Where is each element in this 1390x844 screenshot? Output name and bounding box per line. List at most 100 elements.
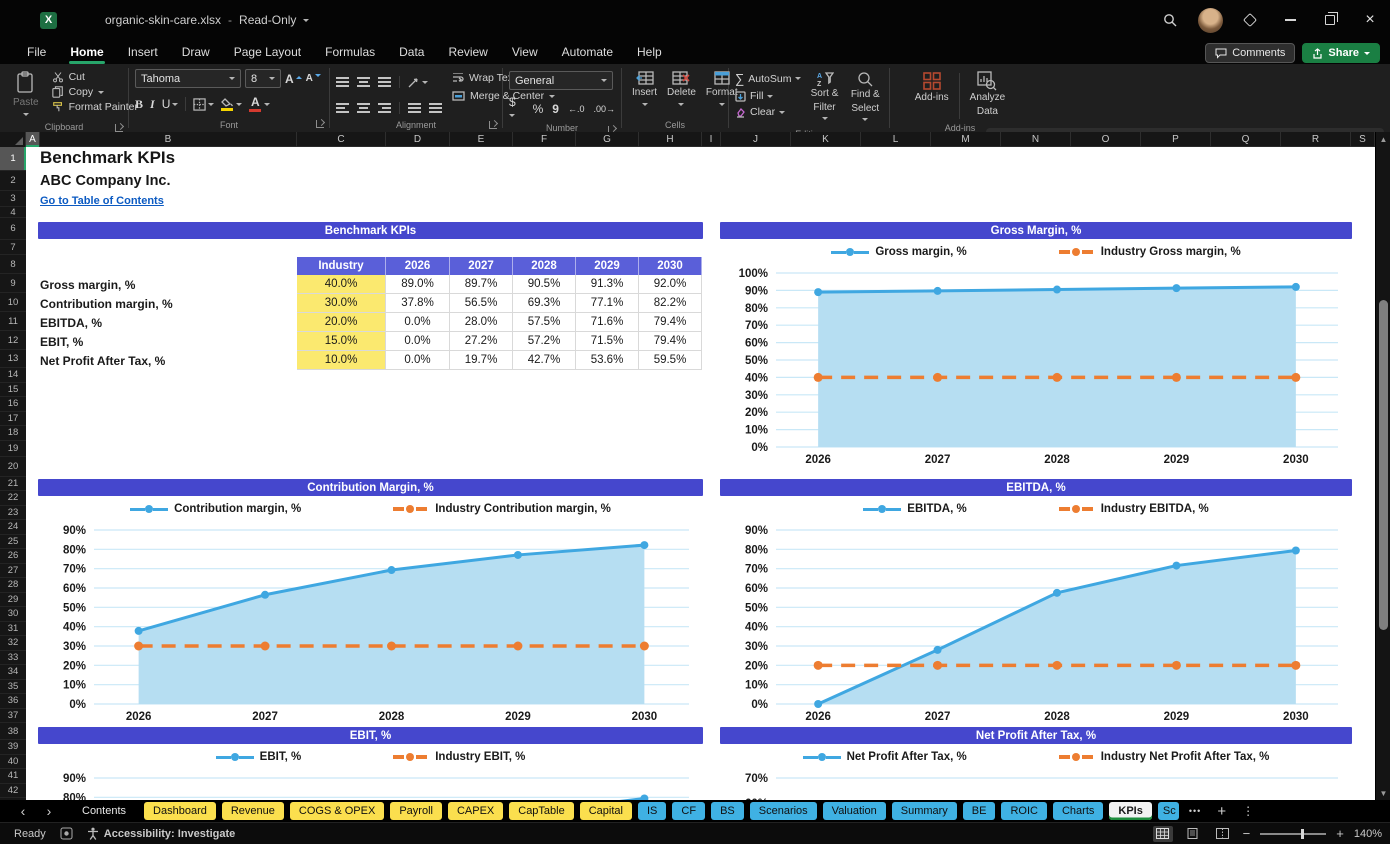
row-header-25[interactable]: 25 <box>0 535 26 549</box>
worksheet[interactable]: Benchmark KPIs ABC Company Inc. Go to Ta… <box>26 147 1375 800</box>
sheet-tab-scenarios[interactable]: Scenarios <box>749 802 817 820</box>
sheet-tab-charts[interactable]: Charts <box>1052 802 1104 820</box>
column-header-L[interactable]: L <box>861 132 931 147</box>
record-macro-icon[interactable] <box>60 827 73 840</box>
number-format-select[interactable]: General <box>509 71 613 90</box>
chart-gross[interactable]: Gross Margin, % Gross margin, % Industry G… <box>720 222 1352 470</box>
row-header-24[interactable]: 24 <box>0 520 26 535</box>
sheet-tab-be[interactable]: BE <box>962 802 996 820</box>
minimize-button[interactable] <box>1270 0 1310 40</box>
row-header-19[interactable]: 19 <box>0 441 26 457</box>
percent-style-icon[interactable]: % <box>533 102 544 116</box>
row-header-34[interactable]: 34 <box>0 665 26 680</box>
menu-tab-data[interactable]: Data <box>388 42 435 62</box>
fill-color-icon[interactable] <box>221 97 234 111</box>
row-header-13[interactable]: 13 <box>0 350 26 368</box>
year-cell[interactable]: 42.7% <box>513 351 576 370</box>
row-header-20[interactable]: 20 <box>0 457 26 477</box>
column-header-D[interactable]: D <box>386 132 450 147</box>
sheet-tab-sc[interactable]: Sc <box>1157 802 1179 820</box>
column-header-C[interactable]: C <box>297 132 386 147</box>
column-header-R[interactable]: R <box>1281 132 1351 147</box>
more-sheets-icon[interactable]: ••• <box>1189 806 1201 816</box>
scroll-down-icon[interactable]: ▼ <box>1376 786 1390 800</box>
row-header-36[interactable]: 36 <box>0 694 26 709</box>
select-all-corner[interactable] <box>0 132 26 147</box>
sort-filter-button[interactable]: AZ Sort & Filter <box>809 69 839 128</box>
align-center-icon[interactable] <box>357 103 370 113</box>
year-cell[interactable]: 89.7% <box>450 275 513 294</box>
zoom-slider[interactable] <box>1260 828 1327 839</box>
accessibility-status[interactable]: Accessibility: Investigate <box>104 828 235 840</box>
row-header-27[interactable]: 27 <box>0 564 26 578</box>
accounting-format-icon[interactable]: $ <box>509 95 524 123</box>
industry-cell[interactable]: 15.0% <box>297 332 386 351</box>
chart-ebitda[interactable]: EBITDA, % EBITDA, % Industry EBITDA, % 90% 8… <box>720 479 1352 727</box>
year-cell[interactable]: 57.2% <box>513 332 576 351</box>
year-cell[interactable]: 19.7% <box>450 351 513 370</box>
year-cell[interactable]: 71.6% <box>576 313 639 332</box>
zoom-in-icon[interactable]: + <box>1336 826 1344 841</box>
industry-cell[interactable]: 20.0% <box>297 313 386 332</box>
font-dialog-launcher[interactable] <box>316 119 325 128</box>
column-header-E[interactable]: E <box>450 132 513 147</box>
industry-cell[interactable]: 10.0% <box>297 351 386 370</box>
row-header-35[interactable]: 35 <box>0 680 26 694</box>
page-break-view-button[interactable] <box>1213 826 1233 842</box>
vertical-scrollbar[interactable]: ▲ ▼ <box>1375 132 1390 800</box>
row-header-11[interactable]: 11 <box>0 312 26 331</box>
menu-tab-draw[interactable]: Draw <box>171 42 221 62</box>
year-cell[interactable]: 37.8% <box>386 294 450 313</box>
row-header-33[interactable]: 33 <box>0 651 26 665</box>
menu-tab-help[interactable]: Help <box>626 42 673 62</box>
avatar[interactable] <box>1197 7 1223 33</box>
find-select-button[interactable]: Find & Select <box>848 69 883 129</box>
sheet-tab-roic[interactable]: ROIC <box>1001 802 1047 820</box>
menu-tab-formulas[interactable]: Formulas <box>314 42 386 62</box>
zoom-level[interactable]: 140% <box>1354 828 1382 840</box>
row-header-31[interactable]: 31 <box>0 622 26 636</box>
cut-button[interactable]: Cut <box>52 71 138 83</box>
row-header-14[interactable]: 14 <box>0 368 26 383</box>
decrease-decimal-icon[interactable]: .00→ <box>593 104 615 114</box>
page-layout-view-button[interactable] <box>1183 826 1203 842</box>
increase-indent-icon[interactable] <box>429 103 442 113</box>
year-cell[interactable]: 69.3% <box>513 294 576 313</box>
row-header-8[interactable]: 8 <box>0 255 26 274</box>
clear-button[interactable]: Clear <box>735 106 801 118</box>
insert-cells-button[interactable]: Insert <box>628 69 661 111</box>
excel-app-icon[interactable]: X <box>40 11 57 29</box>
sheet-tab-cogs-opex[interactable]: COGS & OPEX <box>289 802 385 820</box>
year-cell[interactable]: 59.5% <box>639 351 702 370</box>
year-cell[interactable]: 27.2% <box>450 332 513 351</box>
row-header-17[interactable]: 17 <box>0 412 26 426</box>
borders-icon[interactable] <box>193 97 215 111</box>
column-header-N[interactable]: N <box>1001 132 1071 147</box>
prev-sheet-icon[interactable]: ‹ <box>10 803 36 819</box>
year-cell[interactable]: 0.0% <box>386 332 450 351</box>
menu-tab-home[interactable]: Home <box>59 42 114 64</box>
year-cell[interactable]: 79.4% <box>639 313 702 332</box>
year-cell[interactable]: 82.2% <box>639 294 702 313</box>
restore-button[interactable] <box>1310 0 1350 40</box>
read-only-chevron-icon[interactable] <box>303 18 310 25</box>
column-header-S[interactable]: S <box>1351 132 1375 147</box>
new-sheet-icon[interactable]: + <box>1217 803 1226 820</box>
menu-tab-view[interactable]: View <box>501 42 549 62</box>
column-header-H[interactable]: H <box>639 132 702 147</box>
sheet-tab-valuation[interactable]: Valuation <box>822 802 886 820</box>
add-ins-button[interactable]: Add-ins <box>915 69 949 105</box>
column-header-B[interactable]: B <box>40 132 297 147</box>
row-header-15[interactable]: 15 <box>0 383 26 397</box>
year-cell[interactable]: 57.5% <box>513 313 576 332</box>
align-middle-icon[interactable] <box>357 77 370 87</box>
sheet-tab-kpis[interactable]: KPIs <box>1109 802 1152 820</box>
sheet-tab-capex[interactable]: CAPEX <box>447 802 504 820</box>
close-button[interactable]: × <box>1350 0 1390 40</box>
sheet-options-kebab-icon[interactable]: ⋮ <box>1242 804 1254 818</box>
menu-tab-page-layout[interactable]: Page Layout <box>223 42 312 62</box>
autosum-button[interactable]: ∑ AutoSum <box>735 71 802 86</box>
bold-icon[interactable]: B <box>135 97 143 112</box>
fill-button[interactable]: Fill <box>735 90 801 102</box>
row-header-23[interactable]: 23 <box>0 506 26 520</box>
